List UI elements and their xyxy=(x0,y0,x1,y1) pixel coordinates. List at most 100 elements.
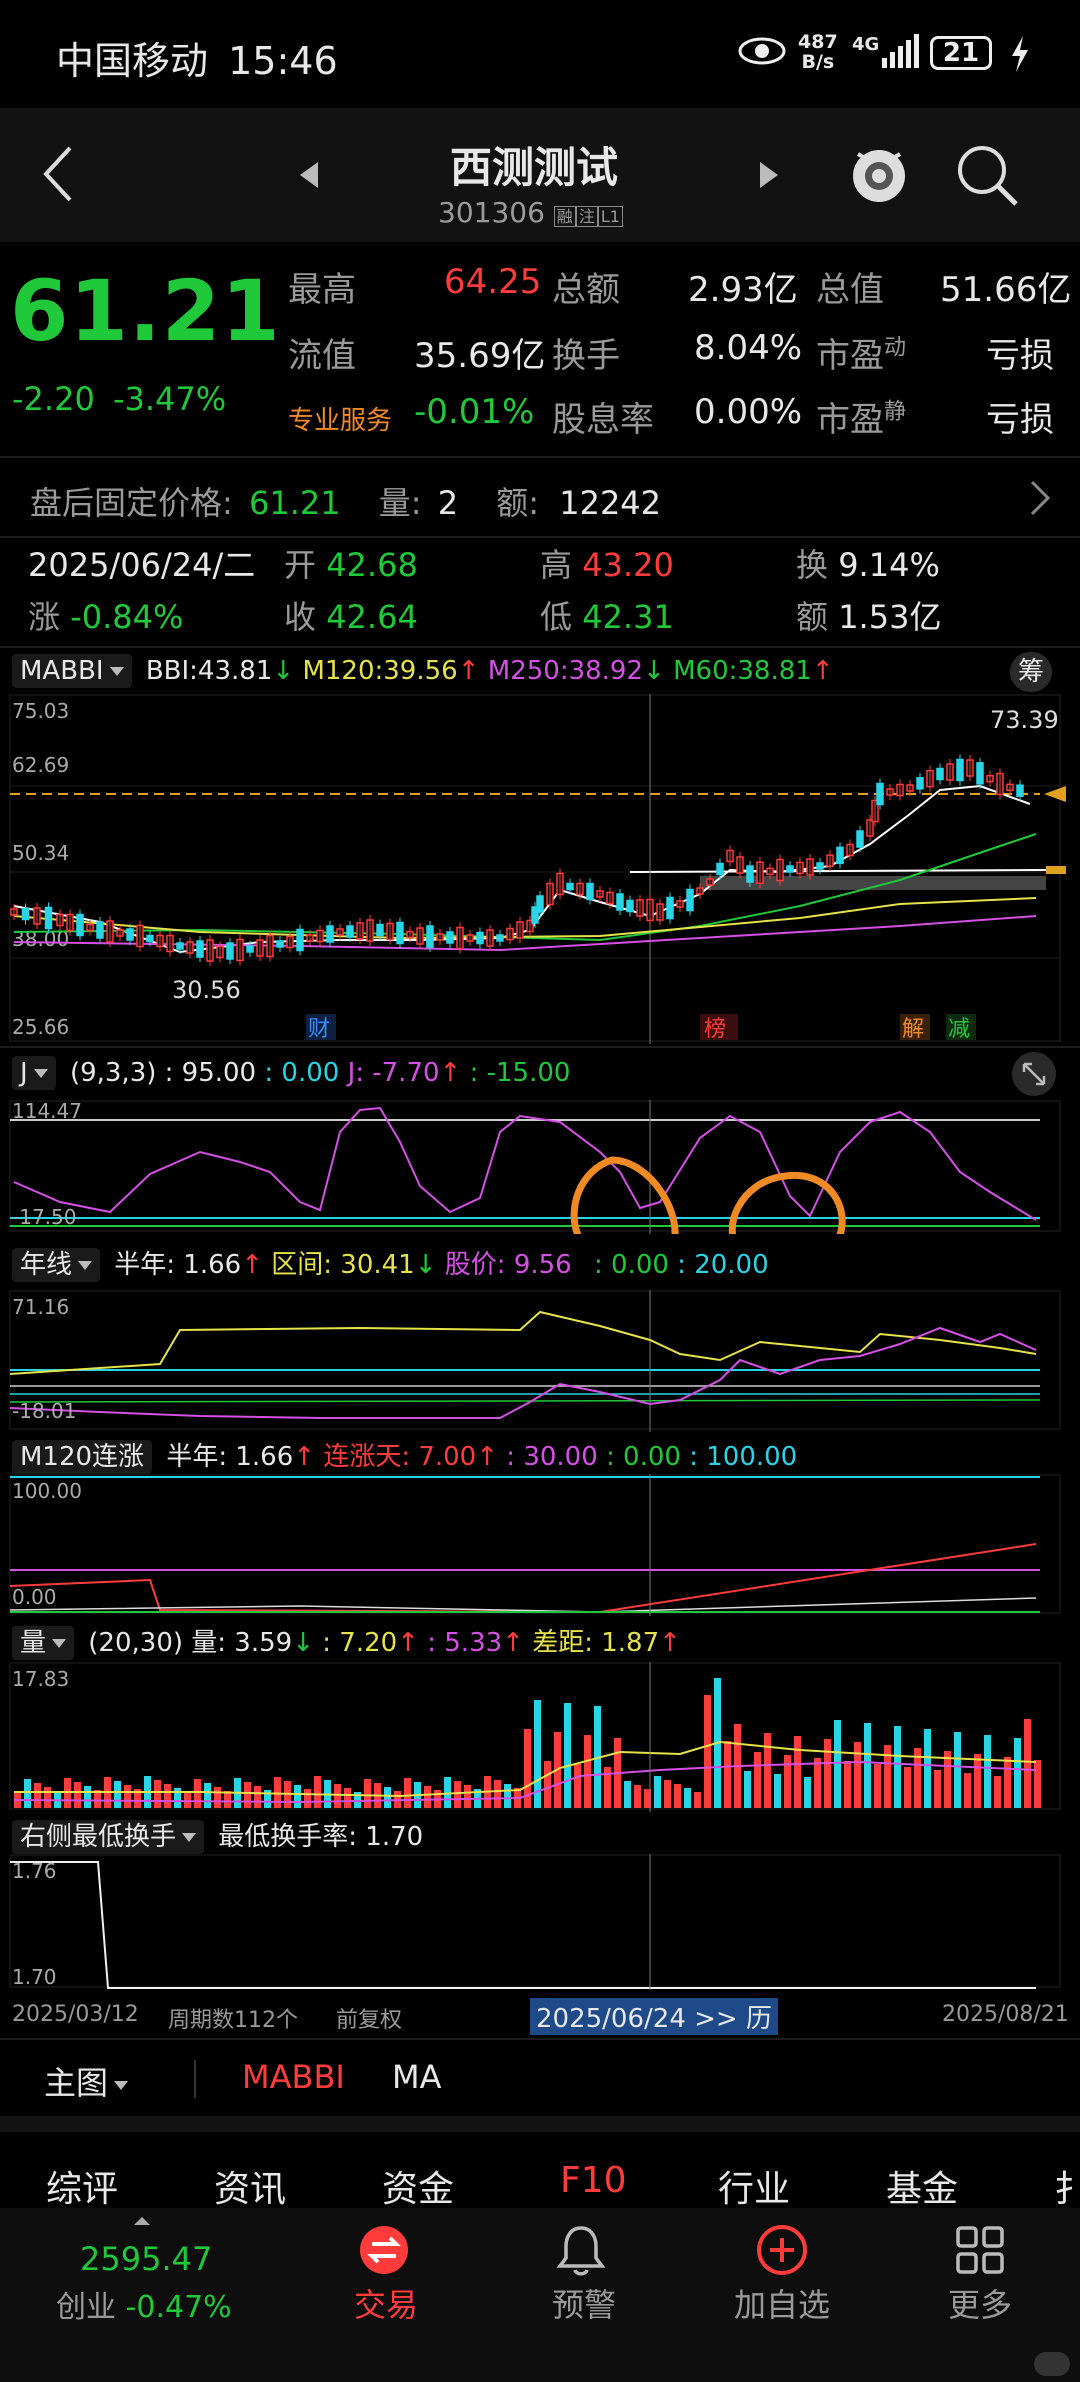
j-indicator-selector[interactable]: J xyxy=(12,1056,56,1090)
m120-indicator-selector[interactable]: M120连涨 xyxy=(12,1440,153,1474)
volume-bar xyxy=(814,1758,821,1808)
volume-bar xyxy=(844,1761,851,1808)
cursor-low: 低 42.31 xyxy=(540,592,674,638)
volume-bar xyxy=(584,1735,591,1808)
axis-adjust[interactable]: 前复权 xyxy=(336,2002,402,2034)
change-pct: -3.47% xyxy=(112,380,227,418)
next-stock-button[interactable] xyxy=(758,160,780,194)
volume-bar xyxy=(724,1741,731,1808)
cursor-date: 2025/06/24/二 xyxy=(28,546,256,584)
m120-chart[interactable]: 100.00 0.00 xyxy=(0,1474,1080,1616)
kline-chart[interactable]: 75.03 62.69 50.34 38.00 25.66 73.39 30.5… xyxy=(0,694,1080,1044)
cursor-close: 收 42.64 xyxy=(284,592,418,638)
volume-bar xyxy=(794,1736,801,1808)
search-icon[interactable] xyxy=(956,144,1020,212)
m120-value-3: : 100.00 xyxy=(689,1442,798,1472)
year-y-top: 71.16 xyxy=(12,1295,69,1319)
grid-more-icon[interactable] xyxy=(954,2224,1006,2280)
cursor-date-pill[interactable]: 2025/06/24 >> 历 xyxy=(530,1998,778,2035)
chevron-down-icon xyxy=(33,1069,48,1078)
bell-icon[interactable] xyxy=(556,2224,606,2280)
prev-stock-button[interactable] xyxy=(298,160,320,194)
turnover-chart[interactable]: 1.76 1.70 xyxy=(0,1854,1080,1990)
after-hours-vol-label: 量: xyxy=(378,484,422,522)
caret-up-icon[interactable] xyxy=(132,2212,152,2231)
chip-button[interactable]: 筹 xyxy=(1010,652,1052,692)
volume-bar xyxy=(154,1780,161,1808)
expand-icon[interactable] xyxy=(1012,1052,1056,1096)
tab-industry[interactable]: 行业 xyxy=(718,2160,790,2212)
nav-more[interactable]: 更多 xyxy=(948,2280,1012,2326)
turn-panel-legend: 右侧最低换手 最低换手率: 1.70 xyxy=(12,1816,423,1854)
volume-bar xyxy=(114,1781,121,1808)
mcap-label: 总值 xyxy=(816,270,884,310)
volume-bar xyxy=(334,1784,341,1808)
indicator-selector[interactable]: MABBI xyxy=(12,654,132,688)
volume-bar xyxy=(344,1788,351,1808)
main-chart-dropdown[interactable]: 主图 xyxy=(44,2058,129,2104)
pe-static-value: 亏损 xyxy=(986,400,1054,440)
volume-bar xyxy=(664,1780,671,1808)
open-label: 开 xyxy=(284,546,317,584)
j-chart[interactable]: 114.47 -17.50 xyxy=(0,1100,1080,1234)
chevron-right-icon[interactable] xyxy=(1028,478,1052,522)
tab-f10[interactable]: F10 xyxy=(560,2160,627,2201)
tab-mabbi[interactable]: MABBI xyxy=(242,2058,345,2096)
ai-assistant-icon[interactable] xyxy=(846,140,912,210)
volume-bar xyxy=(654,1776,661,1808)
volume-bar xyxy=(854,1742,861,1808)
support-marker xyxy=(1046,866,1066,874)
year-indicator-selector[interactable]: 年线 xyxy=(12,1248,101,1282)
trade-icon[interactable] xyxy=(358,2224,410,2280)
volume-bar xyxy=(244,1782,251,1808)
high-value: 64.25 xyxy=(444,262,542,302)
add-watchlist-icon[interactable] xyxy=(756,2224,808,2280)
tab-fund[interactable]: 基金 xyxy=(886,2160,958,2212)
volume-bar xyxy=(704,1695,711,1808)
pe-dyn-sup: 动 xyxy=(884,335,907,361)
tab-overview[interactable]: 综评 xyxy=(46,2160,118,2212)
charging-icon xyxy=(1010,36,1030,76)
volume-bar xyxy=(1014,1738,1021,1808)
tab-funds[interactable]: 资金 xyxy=(382,2160,454,2212)
divider xyxy=(0,536,1080,538)
current-price-marker xyxy=(1044,786,1066,802)
turnover-label: 换手 xyxy=(552,336,620,376)
nav-trade[interactable]: 交易 xyxy=(354,2280,418,2326)
turn-indicator-selector[interactable]: 右侧最低换手 xyxy=(12,1820,205,1854)
volume-bar xyxy=(164,1784,171,1808)
index-value[interactable]: 2595.47 xyxy=(80,2240,212,2278)
high-label: 最高 xyxy=(288,270,356,310)
index-name-pct[interactable]: 创业 -0.47% xyxy=(56,2282,232,2326)
cursor-high: 高 43.20 xyxy=(540,540,674,586)
amt-value-2: 1.53亿 xyxy=(838,598,942,636)
y-label-2: 62.69 xyxy=(12,753,69,777)
marker-rank[interactable]: 榜 xyxy=(704,1017,726,1042)
service-label[interactable]: 专业服务 xyxy=(288,400,392,437)
tab-news[interactable]: 资讯 xyxy=(214,2160,286,2212)
volume-bar xyxy=(774,1774,781,1808)
back-button[interactable] xyxy=(40,146,76,206)
year-chart[interactable]: 71.16 -18.01 xyxy=(0,1290,1080,1432)
volume-bar xyxy=(974,1754,981,1808)
j-value: J: -7.70 xyxy=(347,1058,440,1088)
volume-chart[interactable]: 17.83 xyxy=(0,1662,1080,1812)
marker-unlock[interactable]: 解 xyxy=(902,1017,924,1042)
y-label-1: 75.03 xyxy=(12,699,69,723)
marker-finance[interactable]: 财 xyxy=(308,1017,330,1042)
chevron-down-icon xyxy=(114,2080,129,2090)
tab-more-partial[interactable]: 扌 xyxy=(1054,2160,1080,2212)
tab-ma[interactable]: MA xyxy=(392,2058,442,2096)
vol-indicator-selector[interactable]: 量 xyxy=(12,1626,75,1660)
m120-half: 半年: 1.66 xyxy=(166,1442,294,1472)
tag-margin: 融 xyxy=(553,206,576,227)
year-value-2: : 20.00 xyxy=(677,1250,769,1280)
vol-y-top: 17.83 xyxy=(12,1667,69,1691)
nav-add-watchlist[interactable]: 加自选 xyxy=(734,2280,830,2326)
volume-bar xyxy=(984,1735,991,1808)
volume-bar xyxy=(764,1733,771,1808)
nav-alert[interactable]: 预警 xyxy=(552,2280,616,2326)
volume-bar xyxy=(874,1764,881,1808)
marker-reduce[interactable]: 减 xyxy=(948,1017,970,1042)
status-bar: 中国移动 15:46 xyxy=(56,30,338,85)
